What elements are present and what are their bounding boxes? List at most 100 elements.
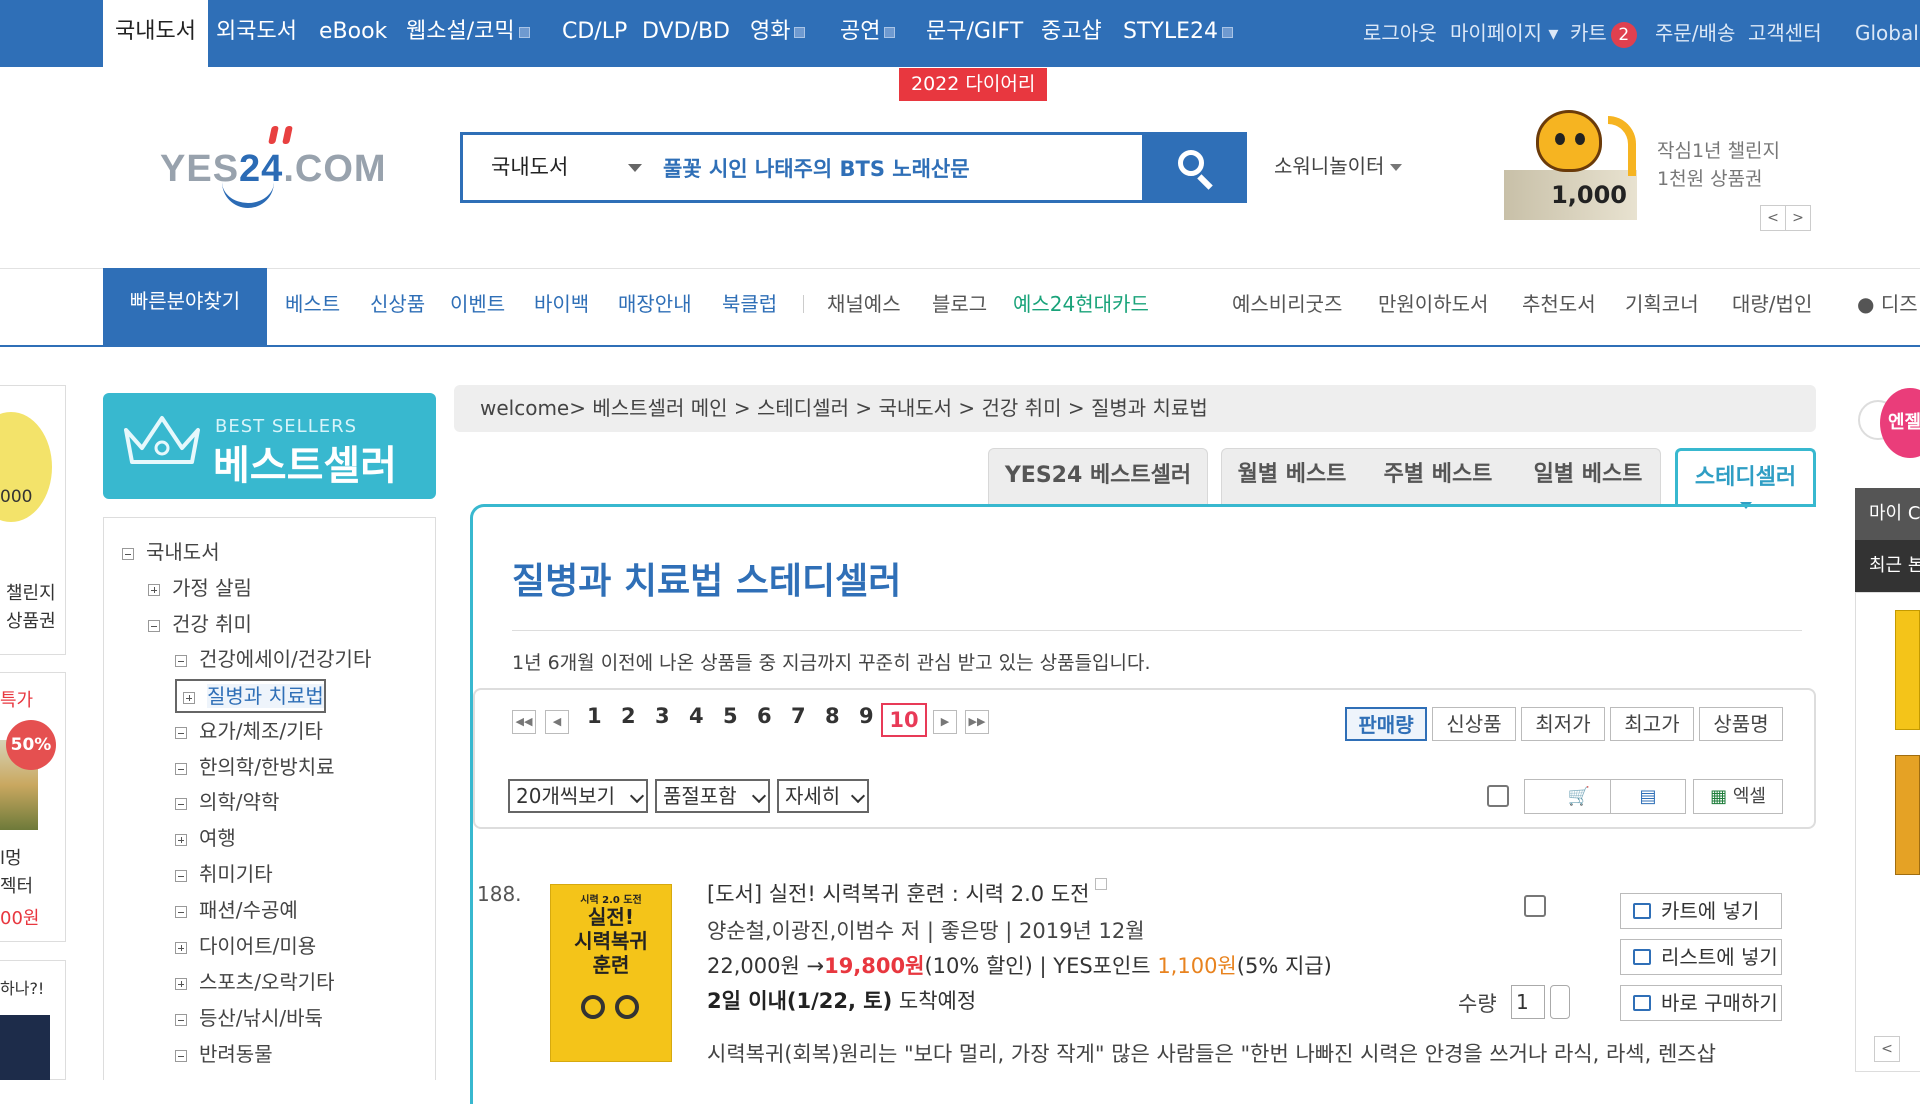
- view-mode-select[interactable]: 자세히: [777, 779, 869, 813]
- nav-bulk[interactable]: 대량/법인: [1732, 288, 1812, 317]
- challenge-promo-banner[interactable]: 1,000: [1500, 110, 1640, 225]
- pager-last-button[interactable]: ▶▶: [965, 710, 989, 734]
- tree-item[interactable]: 요가/체조/기타: [175, 715, 323, 744]
- recent-item-thumbnail[interactable]: [1895, 610, 1920, 730]
- quick-category-button[interactable]: 빠른분야찾기: [103, 268, 267, 346]
- search-category-select[interactable]: 국내도서: [491, 135, 568, 200]
- collapse-icon[interactable]: [175, 1013, 187, 1026]
- page-number-current[interactable]: 10: [881, 703, 927, 737]
- collapse-icon[interactable]: [175, 1049, 187, 1062]
- support-link[interactable]: 고객센터: [1748, 0, 1822, 67]
- page-number[interactable]: 7: [791, 704, 806, 728]
- tree-item[interactable]: 여행: [175, 822, 236, 851]
- tab-domestic-books[interactable]: 국내도서: [103, 0, 208, 67]
- page-number[interactable]: 5: [723, 704, 738, 728]
- recent-prev-button[interactable]: <: [1874, 1036, 1900, 1062]
- challenge-promo-text[interactable]: 작심1년 챌린지 1천원 상품권: [1657, 137, 1780, 193]
- promo-next-button[interactable]: >: [1785, 205, 1811, 231]
- sort-by-highest[interactable]: 최고가: [1610, 707, 1694, 741]
- sort-by-new[interactable]: 신상품: [1432, 707, 1516, 741]
- per-page-select[interactable]: 20개씩보기: [508, 779, 648, 813]
- page-number[interactable]: 2: [621, 704, 636, 728]
- tree-item[interactable]: 등산/낚시/바둑: [175, 1002, 323, 1031]
- tab-daily[interactable]: 일별 베스트: [1518, 448, 1658, 504]
- product-title[interactable]: [도서] 실전! 시력복귀 훈련 : 시력 2.0 도전: [707, 878, 1108, 908]
- nav-event[interactable]: 이벤트: [450, 288, 505, 317]
- search-button[interactable]: [1142, 132, 1247, 203]
- nav-under-10k[interactable]: 만원이하도서: [1378, 288, 1488, 317]
- tab-weekly[interactable]: 주별 베스트: [1368, 448, 1508, 504]
- tab-foreign-books[interactable]: 외국도서: [216, 0, 297, 67]
- tab-steadyseller[interactable]: 스테디셀러: [1675, 448, 1816, 504]
- buy-now-button[interactable]: 바로 구매하기: [1620, 985, 1782, 1021]
- select-all-checkbox[interactable]: [1487, 785, 1509, 807]
- nav-store[interactable]: 매장안내: [618, 288, 692, 317]
- collapse-icon[interactable]: [175, 797, 187, 810]
- page-number[interactable]: 4: [689, 704, 704, 728]
- tree-item[interactable]: 다이어트/미용: [175, 930, 316, 959]
- global-link[interactable]: Global: [1855, 0, 1919, 67]
- tree-item[interactable]: 한의학/한방치료: [175, 751, 335, 780]
- social-menu[interactable]: 소워니놀이터: [1274, 150, 1403, 179]
- breadcrumb[interactable]: welcome> 베스트셀러 메인 > 스테디셀러 > 국내도서 > 건강 취미…: [454, 385, 1816, 432]
- page-number[interactable]: 3: [655, 704, 670, 728]
- sort-by-sales[interactable]: 판매량: [1345, 707, 1427, 741]
- page-number[interactable]: 1: [587, 704, 602, 728]
- tree-item[interactable]: 건강 취미: [148, 608, 252, 637]
- collapse-icon[interactable]: [175, 869, 187, 882]
- tab-style24[interactable]: STYLE24: [1123, 0, 1233, 67]
- nav-new[interactable]: 신상품: [370, 288, 425, 317]
- nav-goods[interactable]: 예스비리굿즈: [1232, 288, 1342, 317]
- collapse-icon[interactable]: [175, 654, 187, 667]
- pager-prev-button[interactable]: ◀: [545, 710, 569, 734]
- promo-prev-button[interactable]: <: [1760, 205, 1786, 231]
- excel-export-button[interactable]: ▦ 엑셀: [1693, 779, 1783, 814]
- sort-by-lowest[interactable]: 최저가: [1521, 707, 1605, 741]
- quantity-input[interactable]: 1: [1511, 985, 1545, 1019]
- add-to-cart-button[interactable]: 카트에 넣기: [1620, 893, 1782, 929]
- tab-stationery[interactable]: 문구/GIFT: [926, 0, 1023, 67]
- tree-item[interactable]: 건강에세이/건강기타: [175, 643, 371, 672]
- collapse-icon[interactable]: [122, 547, 134, 560]
- sort-by-name[interactable]: 상품명: [1699, 707, 1783, 741]
- nav-bookclub[interactable]: 북클럽: [722, 288, 777, 317]
- stock-filter-select[interactable]: 품절포함: [655, 779, 770, 813]
- tab-cdlp[interactable]: CD/LP: [562, 0, 627, 67]
- pager-first-button[interactable]: ◀◀: [512, 710, 536, 734]
- page-number[interactable]: 9: [859, 704, 874, 728]
- tab-yes24-bestseller[interactable]: YES24 베스트셀러: [988, 448, 1208, 504]
- collapse-icon[interactable]: [175, 905, 187, 918]
- search-input[interactable]: [663, 145, 1123, 190]
- mypage-link[interactable]: 마이페이지 ▾: [1450, 0, 1558, 67]
- new-window-icon[interactable]: [1095, 878, 1108, 890]
- tree-item[interactable]: 반려동물: [175, 1038, 273, 1067]
- tree-item[interactable]: 가정 살림: [148, 572, 252, 601]
- tree-item[interactable]: 스포츠/오락기타: [175, 966, 335, 995]
- tab-used[interactable]: 중고샵: [1041, 0, 1102, 67]
- page-number[interactable]: 6: [757, 704, 772, 728]
- add-to-list-button[interactable]: 리스트에 넣기: [1620, 939, 1782, 975]
- expand-icon[interactable]: [148, 583, 160, 596]
- yes24-logo[interactable]: YES24.COM: [160, 120, 410, 215]
- quantity-stepper[interactable]: [1550, 985, 1570, 1019]
- product-cover-image[interactable]: 시력 2.0 도전 실전! 시력복귀 훈련: [550, 884, 672, 1062]
- tab-performance[interactable]: 공연: [840, 0, 896, 67]
- nav-blog[interactable]: 블로그: [932, 288, 987, 317]
- expand-icon[interactable]: [183, 691, 195, 704]
- collapse-icon[interactable]: [175, 762, 187, 775]
- tree-item[interactable]: 국내도서: [122, 536, 220, 565]
- recent-view-tab[interactable]: 최근 본: [1855, 540, 1920, 592]
- tree-item[interactable]: 의학/약학: [175, 786, 279, 815]
- expand-icon[interactable]: [175, 833, 187, 846]
- recent-item-thumbnail[interactable]: [1895, 755, 1920, 875]
- nav-recommended[interactable]: 추천도서: [1522, 288, 1596, 317]
- tab-ebook[interactable]: eBook: [319, 0, 387, 67]
- angel-badge[interactable]: 엔젤: [1880, 388, 1920, 458]
- collapse-icon[interactable]: [175, 726, 187, 739]
- tab-webnovel[interactable]: 웹소설/코믹: [406, 0, 530, 67]
- logout-link[interactable]: 로그아웃: [1363, 0, 1437, 67]
- diary-promo-tag[interactable]: 2022 다이어리: [899, 68, 1048, 101]
- nav-special[interactable]: 기획코너: [1625, 288, 1699, 317]
- expand-icon[interactable]: [175, 941, 187, 954]
- nav-buyback[interactable]: 바이백: [534, 288, 589, 317]
